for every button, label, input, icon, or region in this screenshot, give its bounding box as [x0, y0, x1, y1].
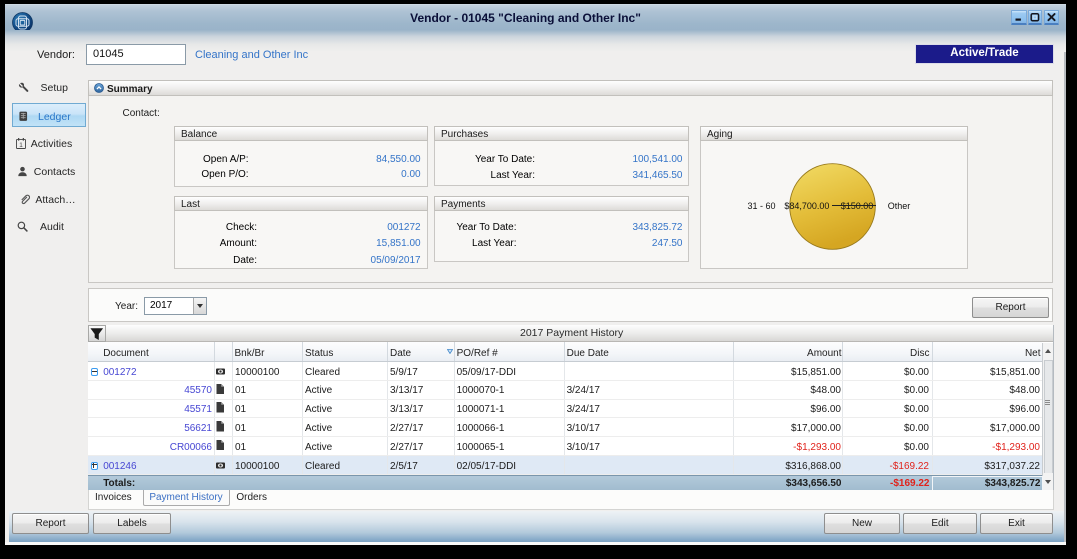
svg-text:1: 1	[19, 141, 23, 148]
